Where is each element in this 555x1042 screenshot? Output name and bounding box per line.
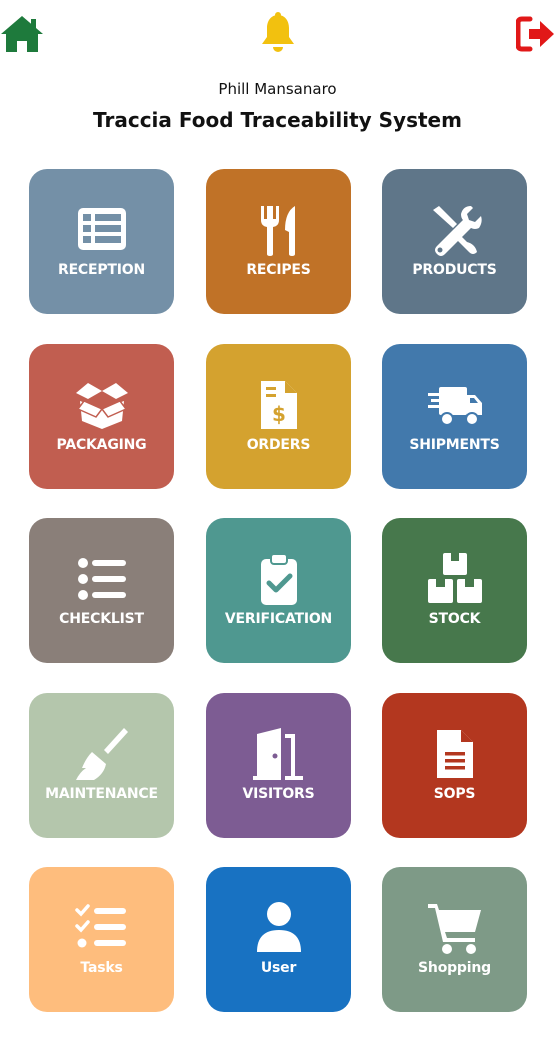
bell-icon[interactable] <box>260 12 296 54</box>
tile-label: RECIPES <box>246 262 311 278</box>
utensils-icon <box>260 206 295 256</box>
shipments-tile[interactable]: SHIPMENTS <box>382 344 527 489</box>
tasks-tile[interactable]: Tasks <box>29 867 174 1012</box>
maintenance-tile[interactable]: MAINTENANCE <box>29 693 174 838</box>
door-open-icon <box>252 728 303 780</box>
tile-label: CHECKLIST <box>59 611 144 627</box>
box-open-icon <box>75 383 128 429</box>
tile-label: SHIPMENTS <box>409 437 500 453</box>
clipboard-check-icon <box>260 553 297 605</box>
products-tile[interactable]: PRODUCTS <box>382 169 527 314</box>
packaging-tile[interactable]: PACKAGING <box>29 344 174 489</box>
tile-label: ORDERS <box>246 437 311 453</box>
tile-label: Shopping <box>418 960 491 976</box>
user-name: Phill Mansanaro <box>218 80 337 98</box>
list-icon <box>77 208 126 250</box>
tile-label: SOPS <box>433 786 476 802</box>
tile-label: PRODUCTS <box>412 262 497 278</box>
sops-tile[interactable]: SOPS <box>382 693 527 838</box>
tile-label: STOCK <box>428 611 481 627</box>
file-alt-icon <box>436 730 473 778</box>
app-title: Traccia Food Traceability System <box>93 108 462 132</box>
tile-label: PACKAGING <box>56 437 147 453</box>
user-tile[interactable]: User <box>206 867 351 1012</box>
home-icon[interactable] <box>0 14 44 54</box>
tile-label: MAINTENANCE <box>45 786 158 802</box>
orders-tile[interactable]: $ ORDERS <box>206 344 351 489</box>
broom-icon <box>75 728 128 780</box>
tile-label: RECEPTION <box>57 262 146 278</box>
visitors-tile[interactable]: VISITORS <box>206 693 351 838</box>
user-icon <box>256 902 301 952</box>
truck-icon <box>427 387 482 426</box>
reception-tile[interactable]: RECEPTION <box>29 169 174 314</box>
tile-label: VISITORS <box>242 786 315 802</box>
svg-text:$: $ <box>272 402 286 426</box>
verification-tile[interactable]: VERIFICATION <box>206 518 351 663</box>
shopping-cart-icon <box>427 904 481 954</box>
tile-label: User <box>260 960 297 976</box>
logout-icon[interactable] <box>516 16 555 52</box>
checklist-tile[interactable]: CHECKLIST <box>29 518 174 663</box>
boxes-icon <box>427 553 482 603</box>
shopping-tile[interactable]: Shopping <box>382 867 527 1012</box>
tools-icon <box>432 206 482 256</box>
recipes-tile[interactable]: RECIPES <box>206 169 351 314</box>
top-bar <box>0 0 555 70</box>
tasks-icon <box>74 904 126 948</box>
tile-label: Tasks <box>80 960 123 976</box>
stock-tile[interactable]: STOCK <box>382 518 527 663</box>
tile-label: VERIFICATION <box>224 611 333 627</box>
invoice-dollar-icon: $ <box>260 381 297 429</box>
checklist-icon <box>77 558 126 600</box>
